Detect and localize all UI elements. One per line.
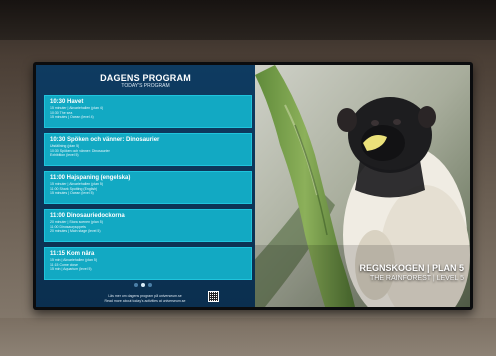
qr-code-icon: [208, 291, 219, 302]
schedule-item-detail-en: 20 minutes | Main stage (level 5): [50, 229, 101, 233]
schedule-item-title: 11:00 Dinosauriedockorna: [50, 213, 125, 219]
program-subtitle: TODAY'S PROGRAM: [121, 83, 170, 89]
schedule-item-detail-en: 15 min | Aquarium (level 5): [50, 267, 92, 271]
pagination-dots: [134, 283, 152, 287]
pagination-dot-active: [141, 283, 145, 287]
program-title: DAGENS PROGRAM: [100, 73, 191, 83]
ceiling-shadow: [0, 0, 496, 40]
pagination-dot: [134, 283, 138, 287]
schedule-item-title: 11:15 Kom nära: [50, 251, 95, 257]
floor-area: [0, 318, 496, 356]
schedule-item: 10:30 Spöken och vänner: Dinosaurier Uts…: [44, 133, 252, 166]
footer-text: Läs mer om dagens program på universeum.…: [90, 294, 200, 303]
schedule-item-title: 11:00 Hajspaning (engelska): [50, 175, 131, 181]
pagination-dot: [148, 283, 152, 287]
footer-line-en: Read more about today's activities at un…: [104, 298, 186, 303]
schedule-item-title: 10:30 Havet: [50, 99, 84, 105]
schedule-item: 10:30 Havet 15 minuter | Akvariehallen (…: [44, 95, 252, 128]
tv-screen: DAGENS PROGRAM TODAY'S PROGRAM 10:30 Hav…: [36, 65, 470, 307]
schedule-item: 11:15 Kom nära 15 min | Akvariehallen (p…: [44, 247, 252, 280]
schedule-item: 11:00 Hajspaning (engelska) 15 minuter |…: [44, 171, 252, 204]
schedule-item: 11:00 Dinosauriedockorna 20 minuter | St…: [44, 209, 252, 242]
location-caption: REGNSKOGEN | PLAN 5: [359, 263, 464, 273]
schedule-item-detail-en: 15 minutes | Ocean (level 4): [50, 115, 94, 119]
schedule-item-detail-en: Exhibition (level 5): [50, 153, 79, 157]
program-panel: DAGENS PROGRAM TODAY'S PROGRAM 10:30 Hav…: [36, 65, 255, 307]
location-caption-en: THE RAINFOREST | LEVEL 5: [369, 275, 464, 282]
schedule-item-title: 10:30 Spöken och vänner: Dinosaurier: [50, 137, 160, 143]
schedule-item-detail-en: 15 minutes | Ocean (level 5): [50, 191, 94, 195]
rainforest-photo: REGNSKOGEN | PLAN 5 THE RAINFOREST | LEV…: [255, 65, 470, 307]
